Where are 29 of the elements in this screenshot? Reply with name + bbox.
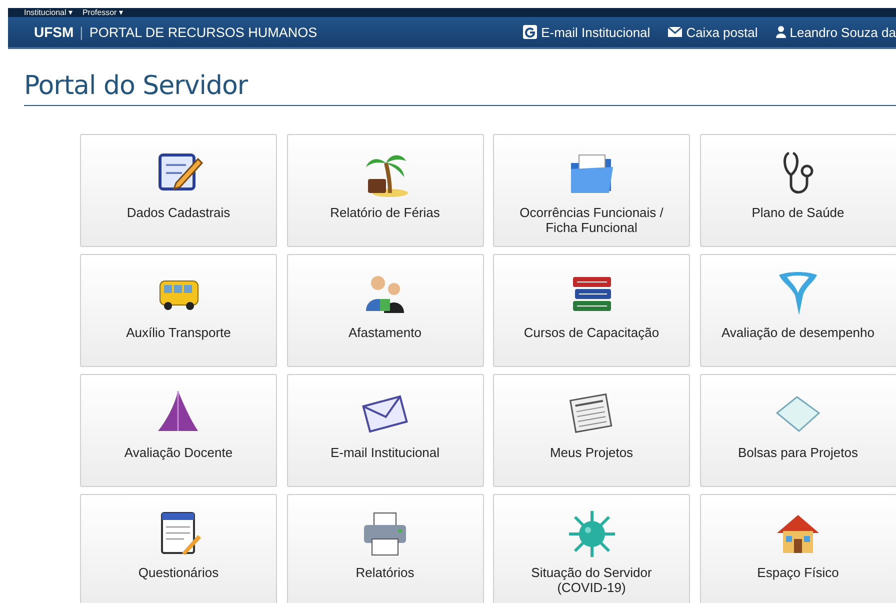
- menu-tile[interactable]: Meus Projetos: [493, 374, 690, 487]
- menu-tile[interactable]: Ocorrências Funcionais / Ficha Funcional: [493, 134, 690, 247]
- header-link[interactable]: Caixa postal: [668, 24, 758, 40]
- menu-tile[interactable]: E-mail Institucional: [286, 374, 484, 487]
- header-link[interactable]: E-mail Institucional: [523, 24, 650, 40]
- page-title: Portal do Servidor: [24, 71, 248, 101]
- menu-tile[interactable]: Avaliação de desempenho: [700, 254, 896, 367]
- menu-tile[interactable]: Plano de Saúde: [700, 134, 896, 247]
- menu-tile[interactable]: Bolsas para Projetos: [700, 374, 896, 487]
- portal-title: PORTAL DE RECURSOS HUMANOS: [89, 24, 318, 40]
- menu-tile[interactable]: Auxílio Transporte: [80, 254, 277, 367]
- nav-menu[interactable]: Professor ▾: [82, 8, 123, 17]
- nav-menu[interactable]: Institucional ▾: [24, 8, 72, 17]
- mail-icon: [668, 27, 682, 37]
- brand-text: UFSM: [34, 24, 74, 40]
- menu-tile[interactable]: Avaliação Docente: [80, 374, 277, 487]
- header-link[interactable]: Leandro Souza da: [776, 24, 896, 40]
- menu-tile[interactable]: Afastamento: [286, 254, 484, 367]
- separator-text: |: [80, 24, 84, 40]
- menu-tile[interactable]: Relatório de Férias: [286, 134, 484, 247]
- user-icon: [776, 26, 786, 38]
- menu-tile[interactable]: Cursos de Capacitação: [493, 254, 690, 367]
- menu-tile[interactable]: Relatórios: [286, 494, 484, 603]
- virus-icon: [566, 509, 616, 559]
- menu-tile[interactable]: Questionários: [80, 494, 277, 603]
- menu-tile[interactable]: Situação do Servidor (COVID-19): [493, 494, 690, 603]
- menu-tile[interactable]: Espaço Físico: [700, 494, 896, 603]
- menu-tile[interactable]: Dados Cadastrais: [80, 134, 277, 247]
- g-logo-icon: [523, 25, 538, 39]
